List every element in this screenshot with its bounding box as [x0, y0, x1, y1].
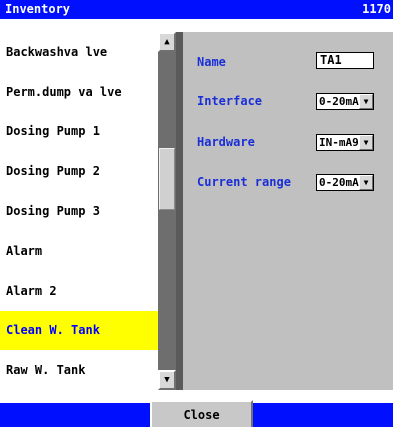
panel-divider: [176, 32, 183, 390]
list-item[interactable]: Raw W. Tank: [0, 350, 158, 390]
list-item[interactable]: Alarm 2: [0, 271, 158, 311]
hardware-label: Hardware: [197, 135, 255, 149]
current-range-value: 0-20mA: [319, 176, 359, 189]
list-item[interactable]: Dosing Pump 3: [0, 191, 158, 231]
name-field[interactable]: TA1: [316, 52, 374, 69]
arrow-down-icon: ▼: [164, 375, 170, 385]
list-item[interactable]: Perm.dump va lve: [0, 72, 158, 112]
current-range-select[interactable]: 0-20mA ▼: [316, 174, 374, 191]
interface-label: Interface: [197, 94, 263, 108]
window-counter: 1170: [362, 2, 391, 16]
hardware-select[interactable]: IN-mA9 ▼: [316, 134, 374, 151]
scroll-up-button[interactable]: ▲: [158, 32, 176, 52]
window-title: Inventory: [5, 2, 71, 16]
inventory-list[interactable]: Backwashva lve Perm.dump va lve Dosing P…: [0, 32, 158, 390]
hardware-value: IN-mA9: [319, 136, 359, 149]
current-range-label: Current range: [197, 175, 291, 189]
chevron-down-icon[interactable]: ▼: [359, 94, 373, 109]
chevron-down-icon[interactable]: ▼: [359, 175, 373, 190]
chevron-down-icon[interactable]: ▼: [359, 135, 373, 150]
list-item[interactable]: Dosing Pump 2: [0, 151, 158, 191]
list-item[interactable]: Alarm: [0, 231, 158, 271]
scroll-track[interactable]: [158, 52, 176, 370]
close-button-label: Close: [183, 407, 220, 422]
list-scrollbar[interactable]: ▲ ▼: [158, 32, 176, 390]
details-panel: Name TA1 Interface 0-20mA ▼ Hardware IN-…: [183, 32, 393, 390]
arrow-up-icon: ▲: [164, 37, 170, 47]
scroll-down-button[interactable]: ▼: [158, 370, 176, 390]
name-label: Name: [197, 55, 226, 69]
interface-value: 0-20mA: [319, 95, 359, 108]
list-item[interactable]: Dosing Pump 1: [0, 112, 158, 152]
scroll-thumb[interactable]: [159, 148, 175, 210]
close-button[interactable]: Close: [150, 400, 253, 427]
list-item[interactable]: Backwashva lve: [0, 32, 158, 72]
title-bar: Inventory 1170: [0, 0, 393, 19]
list-item-selected[interactable]: Clean W. Tank: [0, 310, 158, 351]
interface-select[interactable]: 0-20mA ▼: [316, 93, 374, 110]
